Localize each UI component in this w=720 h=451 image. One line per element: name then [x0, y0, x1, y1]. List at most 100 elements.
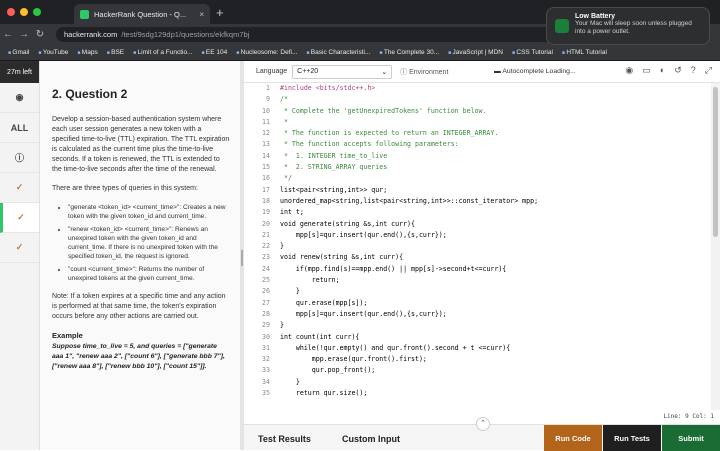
autocomplete-label: Autocomplete Loading... — [502, 68, 576, 75]
zoom-window-button[interactable] — [33, 8, 41, 16]
autocomplete-toggle[interactable]: ▬ Autocomplete Loading... — [494, 68, 576, 75]
back-icon[interactable]: ← — [0, 29, 16, 40]
code-line[interactable]: 15 * 2. STRING_ARRAY queries — [244, 162, 711, 173]
reload-icon[interactable]: ↻ — [32, 29, 48, 40]
minimize-window-button[interactable] — [20, 8, 28, 16]
close-window-button[interactable] — [7, 8, 15, 16]
line-number: 13 — [262, 140, 270, 149]
bookmark-item[interactable]: BSE — [107, 49, 124, 56]
info-icon: ⓘ — [400, 68, 410, 76]
bookmark-item[interactable]: Nucleosome: Defi... — [236, 49, 298, 56]
code-line[interactable]: 31 while(!qur.empty() and qur.front().se… — [244, 343, 711, 354]
info-icon[interactable]: ⓘ — [0, 143, 39, 173]
line-number: 22 — [262, 242, 270, 251]
run-tests-button[interactable]: Run Tests — [603, 425, 661, 451]
code-line[interactable]: 11 * — [244, 117, 711, 128]
bookmark-item[interactable]: Gmail — [8, 49, 29, 56]
theme-icon[interactable]: ◐ — [660, 65, 665, 76]
help-icon[interactable]: ? — [691, 65, 696, 76]
list-item: "count <current_time>": Returns the numb… — [68, 265, 230, 284]
submit-button[interactable]: Submit — [662, 425, 720, 451]
reset-icon[interactable]: ↺ — [674, 65, 682, 76]
editor-toolbar: Language C++20 ⌄ ⓘ Environment ▬ Autocom… — [244, 61, 720, 83]
code-line[interactable]: 34 } — [244, 377, 711, 388]
code-line[interactable]: 26 } — [244, 286, 711, 297]
code-line[interactable]: 25 return; — [244, 275, 711, 286]
code-line[interactable]: 16 */ — [244, 173, 711, 184]
line-number: 32 — [262, 355, 270, 364]
problem-statement: 2. Question 2 Develop a session-based au… — [40, 61, 240, 450]
code-text: int t; — [280, 208, 304, 217]
code-text: * 2. STRING_ARRAY queries — [280, 163, 388, 172]
question-1-check-icon[interactable]: ✓ — [0, 173, 39, 203]
code-line[interactable]: 27 qur.erase(mpp[s]); — [244, 298, 711, 309]
editor-scrollbar[interactable] — [711, 83, 720, 410]
forward-icon[interactable]: → — [16, 29, 32, 40]
code-line[interactable]: 22} — [244, 241, 711, 252]
bookmark-item[interactable]: YouTube — [38, 49, 69, 56]
run-code-button[interactable]: Run Code — [544, 425, 602, 451]
expand-icon[interactable]: ⤢ — [705, 65, 712, 76]
code-line[interactable]: 18 unordered_map<string,list<pair<string,… — [244, 196, 711, 207]
bookmark-item[interactable]: CSS Tutorial — [512, 49, 553, 56]
low-battery-notification[interactable]: Low Battery Your Mac will sleep soon unl… — [546, 7, 710, 45]
url-host: hackerrank.com — [64, 29, 118, 39]
code-line[interactable]: 20 void generate(string &s,int curr){ — [244, 219, 711, 230]
code-line[interactable]: 9 /* — [244, 94, 711, 105]
code-text: */ — [280, 174, 292, 183]
code-line[interactable]: 29} — [244, 320, 711, 331]
bookmark-item[interactable]: Maps — [77, 49, 98, 56]
bookmark-item[interactable]: EE 104 — [201, 49, 227, 56]
environment-button[interactable]: ⓘ Environment — [400, 67, 448, 77]
browser-tab[interactable]: HackerRank Question - Q... × — [74, 4, 210, 24]
code-text: return; — [280, 276, 340, 285]
code-line[interactable]: 17 list<pair<string,int>> qur; — [244, 185, 711, 196]
code-line[interactable]: 32 mpp.erase(qur.front().first); — [244, 354, 711, 365]
query-types-list: "generate <token_id> <current_time>": Cr… — [68, 203, 230, 283]
line-number: 28 — [262, 309, 270, 318]
code-editor[interactable]: 1 #include <bits/stdc++.h> 9 /* 10 * Complet… — [244, 83, 711, 410]
code-line[interactable]: 24 if(mpp.find(s)==mpp.end() || mpp[s]->… — [244, 264, 711, 275]
scrollbar-thumb[interactable] — [713, 87, 718, 237]
bookmark-item[interactable]: HTML Tutorial — [562, 49, 607, 56]
url-field[interactable]: hackerrank.com /test/9sdg129dp1/question… — [56, 26, 576, 42]
all-questions-button[interactable]: ALL — [0, 113, 39, 143]
chevron-up-icon[interactable]: ⌃ — [476, 417, 490, 431]
bookmark-item[interactable]: Limit of a Functio... — [133, 49, 193, 56]
code-line[interactable]: 19 int t; — [244, 207, 711, 218]
bookmark-item[interactable]: Basic Characteristi... — [306, 49, 371, 56]
code-line[interactable]: 10 * Complete the 'getUnexpiredTokens' f… — [244, 106, 711, 117]
code-line[interactable]: 23 void renew(string &s,int curr){ — [244, 252, 711, 263]
question-3-check-icon[interactable]: ✓ — [0, 233, 39, 263]
eye-icon[interactable]: ◉ — [625, 65, 633, 76]
code-line[interactable]: 33 qur.pop_front(); — [244, 365, 711, 376]
line-number: 11 — [262, 117, 270, 126]
battery-icon — [555, 19, 569, 33]
code-text: #include <bits/stdc++.h> — [280, 84, 376, 92]
code-line[interactable]: 35 return qur.size(); — [244, 388, 711, 399]
compass-icon[interactable]: ◉ — [0, 83, 39, 113]
keyboard-icon[interactable]: ▭ — [642, 65, 651, 76]
code-line[interactable]: 21 mpp[s]=qur.insert(qur.end(),{s,curr})… — [244, 230, 711, 241]
code-line[interactable]: 30 int count(int curr){ — [244, 332, 711, 343]
tab-close-icon[interactable]: × — [199, 10, 204, 19]
bottom-action-bar: Test Results Custom Input ⌃ Run Code Run… — [244, 417, 720, 451]
line-number: 27 — [262, 298, 270, 307]
tab-test-results[interactable]: Test Results — [258, 434, 311, 444]
code-line[interactable]: 13 * The function accepts following para… — [244, 139, 711, 150]
code-line[interactable]: 28 mpp[s]=qur.insert(qur.end(),{s,curr})… — [244, 309, 711, 320]
new-tab-button[interactable]: + — [216, 5, 224, 20]
code-text: mpp[s]=qur.insert(qur.end(),{s,curr}); — [280, 230, 447, 239]
notification-title: Low Battery — [575, 13, 616, 20]
language-select[interactable]: C++20 ⌄ — [292, 64, 393, 79]
code-line[interactable]: 12 * The function is expected to return … — [244, 128, 711, 139]
code-line[interactable]: 1 #include <bits/stdc++.h> — [244, 83, 711, 94]
code-line[interactable]: 14 * 1. INTEGER time_to_live — [244, 151, 711, 162]
bookmark-item[interactable]: The Complete 30... — [379, 49, 439, 56]
question-2-check-icon[interactable]: ✓ — [0, 203, 39, 233]
code-text: while(!qur.empty() and qur.front().secon… — [280, 343, 511, 352]
bookmark-item[interactable]: JavaScript | MDN — [448, 49, 503, 56]
question-rail: 27m left ◉ ALL ⓘ ✓ ✓ ✓ — [0, 61, 40, 450]
tab-custom-input[interactable]: Custom Input — [342, 434, 400, 444]
resize-grip-icon[interactable] — [241, 250, 243, 266]
